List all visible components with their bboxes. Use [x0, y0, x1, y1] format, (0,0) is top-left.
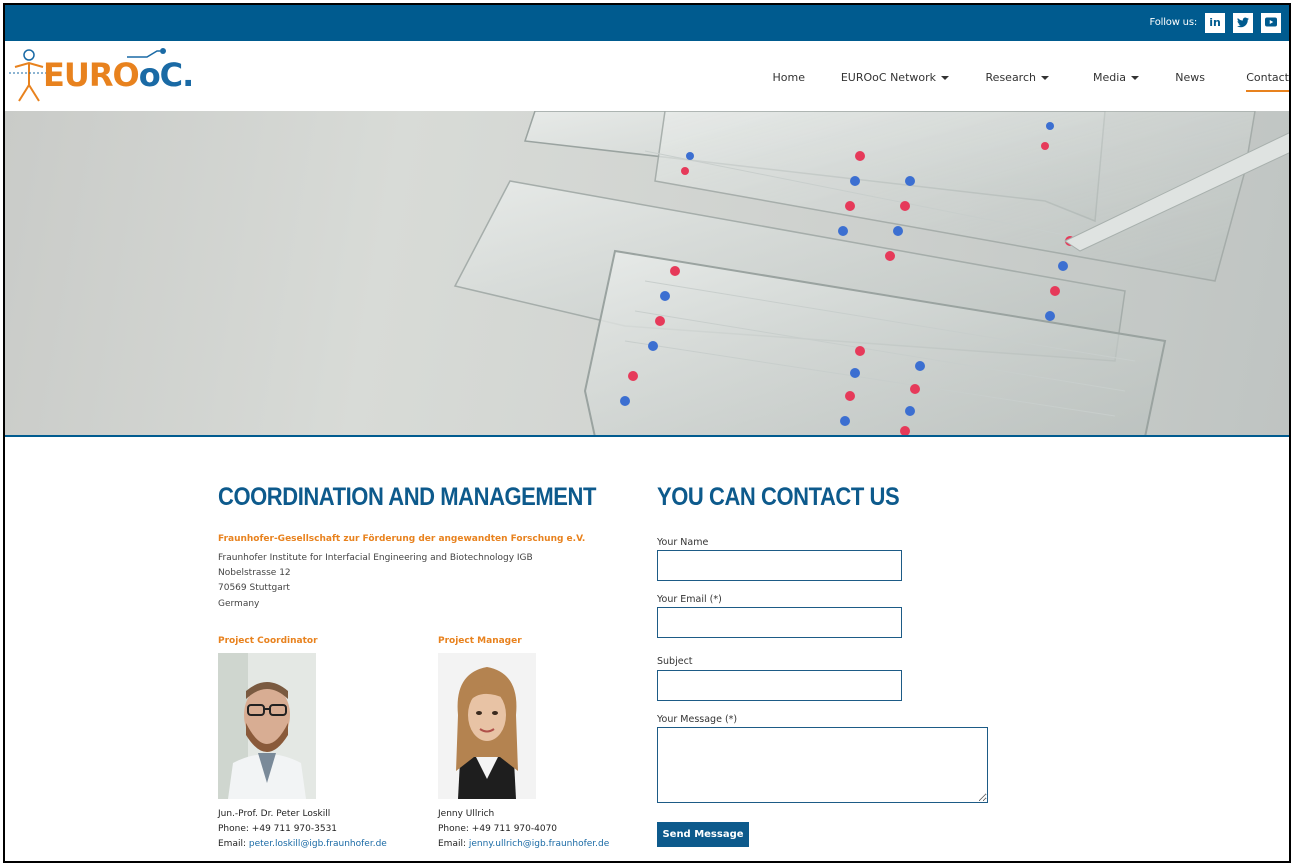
email-label: Email: — [438, 839, 467, 849]
message-textarea[interactable] — [657, 727, 988, 803]
email-label: Your Email (*) — [657, 594, 722, 605]
contact-title: YOU CAN CONTACT US — [657, 483, 900, 511]
subject-input[interactable] — [657, 670, 902, 701]
address-line-4: Germany — [218, 599, 260, 609]
logo-text-oc: oC — [138, 56, 183, 94]
manager-phone-value: +49 711 970-4070 — [471, 824, 558, 834]
send-message-button[interactable]: Send Message — [657, 822, 749, 847]
manager-phone: Phone: +49 711 970-4070 — [438, 824, 557, 834]
logo-text: EUROoC. — [43, 56, 194, 94]
name-label: Your Name — [657, 537, 709, 548]
euroo-logo[interactable]: EUROoC. — [9, 45, 194, 107]
organization-name: Fraunhofer-Gesellschaft zur Förderung de… — [218, 534, 586, 544]
phone-label: Phone: — [438, 824, 469, 834]
nav-news[interactable]: News — [1175, 71, 1205, 84]
coordinator-phone-value: +49 711 970-3531 — [251, 824, 338, 834]
address-line-1: Fraunhofer Institute for Interfacial Eng… — [218, 553, 533, 563]
nav-media[interactable]: Media — [1093, 71, 1139, 84]
chevron-down-icon — [941, 76, 949, 80]
linkedin-icon[interactable]: in — [1205, 13, 1225, 33]
top-bar: Follow us: in — [5, 5, 1289, 41]
subject-label: Subject — [657, 656, 693, 667]
site-header: EUROoC. Home EUROoC Network Research Med… — [5, 41, 1289, 111]
name-input[interactable] — [657, 550, 902, 581]
manager-photo — [438, 653, 536, 799]
hero-chips-illustration — [453, 111, 1289, 435]
coordinator-email: Email: peter.loskill@igb.fraunhofer.de — [218, 839, 387, 849]
manager-email-link[interactable]: jenny.ullrich@igb.fraunhofer.de — [469, 839, 609, 849]
phone-label: Phone: — [218, 824, 249, 834]
manager-name: Jenny Ullrich — [438, 809, 495, 819]
nav-home-label: Home — [772, 71, 805, 84]
hero-image — [5, 111, 1289, 437]
page-frame: Follow us: in EUROoC. Home EUROoC Networ… — [3, 3, 1291, 863]
chevron-down-icon — [1041, 76, 1049, 80]
email-input[interactable] — [657, 607, 902, 638]
coordinator-role: Project Coordinator — [218, 636, 318, 646]
email-label: Email: — [218, 839, 247, 849]
nav-research[interactable]: Research — [986, 71, 1049, 84]
nav-home[interactable]: Home — [773, 71, 805, 84]
address-line-3: 70569 Stuttgart — [218, 583, 290, 593]
nav-media-label: Media — [1092, 71, 1126, 84]
logo-text-euro: EURO — [43, 56, 140, 94]
coordinator-phone: Phone: +49 711 970-3531 — [218, 824, 337, 834]
nav-contact-label: Contact — [1246, 71, 1289, 84]
nav-news-label: News — [1175, 71, 1205, 84]
logo-circuit-icon — [127, 48, 166, 58]
nav-research-label: Research — [985, 71, 1036, 84]
coordinator-name: Jun.-Prof. Dr. Peter Loskill — [218, 809, 331, 819]
coordination-title: COORDINATION AND MANAGEMENT — [218, 483, 596, 511]
follow-us-label: Follow us: — [1149, 17, 1198, 28]
logo-text-dot: . — [182, 56, 194, 94]
nav-euroo-network[interactable]: EUROoC Network — [841, 71, 949, 84]
nav-euroo-network-label: EUROoC Network — [840, 71, 936, 84]
manager-role: Project Manager — [438, 636, 522, 646]
message-label: Your Message (*) — [657, 714, 738, 725]
coordinator-photo — [218, 653, 316, 799]
chevron-down-icon — [1131, 76, 1139, 80]
manager-email: Email: jenny.ullrich@igb.fraunhofer.de — [438, 839, 609, 849]
twitter-icon[interactable] — [1233, 13, 1253, 33]
youtube-icon[interactable] — [1261, 13, 1281, 33]
nav-contact[interactable]: Contact — [1246, 71, 1289, 92]
coordinator-email-link[interactable]: peter.loskill@igb.fraunhofer.de — [249, 839, 387, 849]
address-line-2: Nobelstrasse 12 — [218, 568, 291, 578]
